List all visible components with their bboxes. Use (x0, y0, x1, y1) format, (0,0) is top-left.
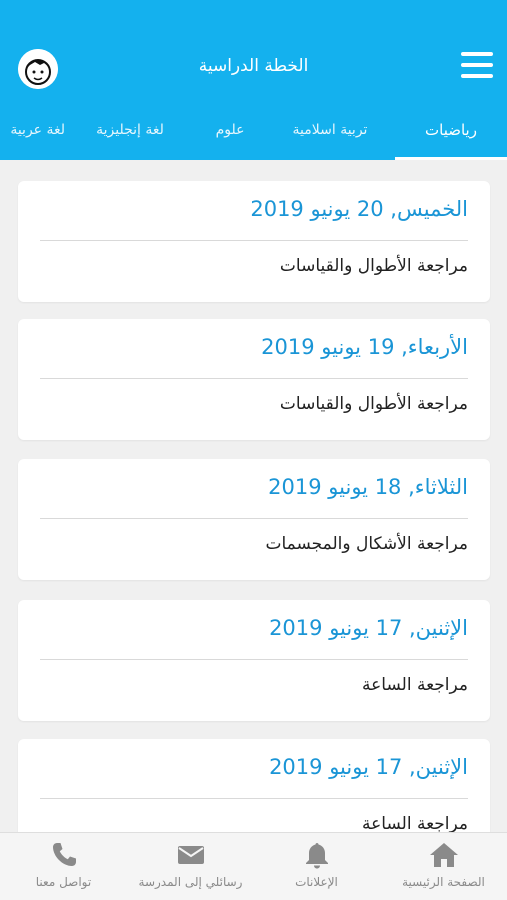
card-divider (40, 659, 468, 660)
hamburger-menu-icon[interactable] (461, 52, 493, 78)
nav-contact[interactable]: تواصل معنا (0, 833, 127, 900)
bell-icon (305, 843, 328, 869)
card-divider (40, 798, 468, 799)
nav-label: تواصل معنا (35, 875, 92, 889)
tab-english[interactable]: لغة إنجليزية (65, 100, 195, 160)
card-divider (40, 378, 468, 379)
card-date: الإثنين, 17 يونيو 2019 (269, 755, 468, 779)
card-topic: مراجعة الأطوال والقياسات (279, 394, 468, 414)
tab-science[interactable]: علوم (195, 100, 265, 160)
plan-card[interactable]: الخميس, 20 يونيو 2019 مراجعة الأطوال وال… (18, 181, 490, 302)
plan-card[interactable]: الثلاثاء, 18 يونيو 2019 مراجعة الأشكال و… (18, 459, 490, 580)
plan-card[interactable]: الإثنين, 17 يونيو 2019 مراجعة الساعة (18, 739, 490, 832)
plan-card[interactable]: الإثنين, 17 يونيو 2019 مراجعة الساعة (18, 600, 490, 721)
home-icon (429, 843, 458, 867)
card-date: الإثنين, 17 يونيو 2019 (269, 616, 468, 640)
envelope-icon (177, 846, 204, 864)
nav-label: الإعلانات (295, 875, 338, 889)
nav-label: رسائلي إلى المدرسة (138, 875, 243, 889)
phone-icon (52, 843, 76, 866)
app-header: الخطة الدراسية رياضيات تربية اسلامية علو… (0, 0, 507, 160)
tab-math[interactable]: رياضيات (395, 100, 507, 160)
nav-home[interactable]: الصفحة الرئيسية (380, 833, 507, 900)
tab-islamic-education[interactable]: تربية اسلامية (265, 100, 395, 160)
card-topic: مراجعة الأشكال والمجسمات (265, 534, 468, 554)
bottom-navigation: الصفحة الرئيسية الإعلانات رسائلي إلى الم… (0, 832, 507, 900)
card-date: الخميس, 20 يونيو 2019 (250, 197, 468, 221)
card-divider (40, 518, 468, 519)
card-topic: مراجعة الأطوال والقياسات (279, 256, 468, 276)
card-topic: مراجعة الساعة (362, 675, 468, 695)
plan-card[interactable]: الأربعاء, 19 يونيو 2019 مراجعة الأطوال و… (18, 319, 490, 440)
nav-announcements[interactable]: الإعلانات (253, 833, 380, 900)
card-date: الثلاثاء, 18 يونيو 2019 (268, 475, 468, 499)
card-divider (40, 240, 468, 241)
tab-arabic[interactable]: لغة عربية (0, 100, 65, 160)
subject-tabs: رياضيات تربية اسلامية علوم لغة إنجليزية … (0, 100, 507, 160)
card-topic: مراجعة الساعة (362, 814, 468, 832)
nav-messages[interactable]: رسائلي إلى المدرسة (127, 833, 254, 900)
nav-label: الصفحة الرئيسية (402, 875, 485, 889)
plan-list: الخميس, 20 يونيو 2019 مراجعة الأطوال وال… (0, 160, 507, 832)
card-date: الأربعاء, 19 يونيو 2019 (261, 335, 468, 359)
page-title: الخطة الدراسية (198, 56, 309, 76)
top-bar: الخطة الدراسية (0, 0, 507, 100)
